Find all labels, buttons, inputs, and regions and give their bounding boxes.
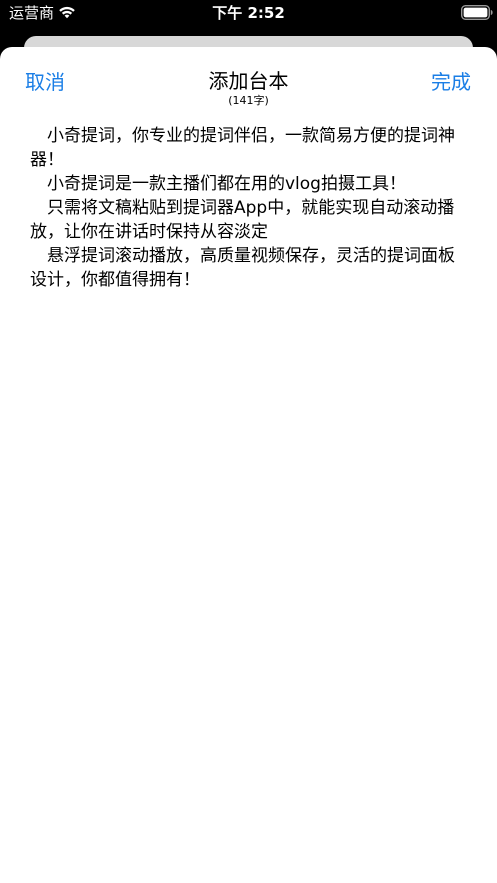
add-script-sheet: 取消 添加台本 (141字) 完成 小奇提词，你专业的提词伴侣，一款简易方便的提… xyxy=(0,47,497,883)
status-bar: 运营商 下午 2:52 xyxy=(0,0,497,28)
character-count: (141字) xyxy=(228,94,269,107)
battery-icon xyxy=(461,5,493,20)
status-time: 下午 2:52 xyxy=(212,4,285,22)
script-text-editor[interactable]: 小奇提词，你专业的提词伴侣，一款简易方便的提词神器！ 小奇提词是一款主播们都在用… xyxy=(30,124,470,844)
screen: 运营商 下午 2:52 取消 添加台本 (141字) 完成 小奇提词，你专业的提… xyxy=(0,0,497,883)
page-title: 添加台本 xyxy=(208,69,289,93)
done-button[interactable]: 完成 xyxy=(431,69,471,95)
